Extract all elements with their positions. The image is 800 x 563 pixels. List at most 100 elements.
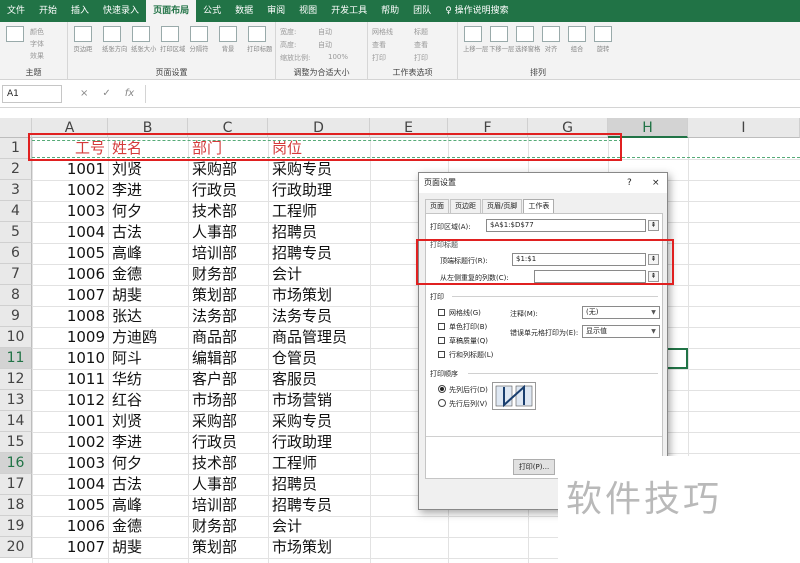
cell[interactable]: 行政助理: [272, 432, 414, 453]
cell[interactable]: 编辑部: [192, 348, 272, 369]
ribbon-tab[interactable]: 页面布局: [146, 0, 197, 22]
cell[interactable]: 会计: [272, 264, 414, 285]
headings-view-checkbox[interactable]: 查看: [414, 40, 428, 50]
row-header[interactable]: 16: [0, 453, 32, 474]
cell[interactable]: 1010: [32, 348, 108, 369]
cell[interactable]: 客服员: [272, 369, 414, 390]
errors-select[interactable]: 显示值 ▼: [582, 325, 660, 338]
enter-icon[interactable]: ✓: [102, 88, 110, 99]
cell[interactable]: 1007: [32, 285, 108, 306]
ribbon-tab[interactable]: 文件: [0, 0, 32, 22]
cell[interactable]: 1011: [32, 369, 108, 390]
cell[interactable]: 李进: [112, 180, 192, 201]
ribbon-button[interactable]: 打印区域: [159, 26, 185, 54]
print-order-radio[interactable]: [438, 385, 446, 393]
scale-input[interactable]: 100%: [328, 53, 348, 61]
cell[interactable]: 市场部: [192, 390, 272, 411]
row-header[interactable]: 18: [0, 495, 32, 516]
row-header[interactable]: 12: [0, 369, 32, 390]
cell[interactable]: 1001: [32, 411, 108, 432]
cell[interactable]: 技术部: [192, 453, 272, 474]
cell[interactable]: 胡斐: [112, 537, 192, 558]
cell[interactable]: 1004: [32, 474, 108, 495]
headings-print-checkbox[interactable]: 打印: [414, 53, 428, 63]
tab-page[interactable]: 页面: [425, 199, 449, 213]
cell[interactable]: 人事部: [192, 222, 272, 243]
cell[interactable]: 财务部: [192, 516, 272, 537]
cell[interactable]: 工程师: [272, 453, 414, 474]
cell[interactable]: 培训部: [192, 243, 272, 264]
cancel-icon[interactable]: ×: [80, 88, 88, 99]
cell[interactable]: 招聘员: [272, 222, 414, 243]
cell[interactable]: 红谷: [112, 390, 192, 411]
cell[interactable]: 采购部: [192, 159, 272, 180]
row-header[interactable]: 10: [0, 327, 32, 348]
ribbon-tab[interactable]: 公式: [196, 0, 228, 22]
cell[interactable]: 工程师: [272, 201, 414, 222]
theme-fonts-button[interactable]: 字体: [30, 39, 44, 49]
cell[interactable]: 行政员: [192, 432, 272, 453]
row-header[interactable]: 3: [0, 180, 32, 201]
cell[interactable]: 行政员: [192, 180, 272, 201]
cell[interactable]: 策划部: [192, 537, 272, 558]
row-header[interactable]: 11: [0, 348, 32, 369]
cell[interactable]: 阿斗: [112, 348, 192, 369]
ribbon-button[interactable]: 纸张大小: [130, 26, 156, 54]
fx-icon[interactable]: fx: [125, 88, 134, 99]
row-header[interactable]: 2: [0, 159, 32, 180]
ribbon-button[interactable]: 组合: [566, 26, 588, 54]
cell[interactable]: 1006: [32, 264, 108, 285]
ribbon-tab[interactable]: 插入: [64, 0, 96, 22]
cell[interactable]: 1002: [32, 432, 108, 453]
cell[interactable]: 采购部: [192, 411, 272, 432]
gridlines-view-checkbox[interactable]: 查看: [372, 40, 386, 50]
cell[interactable]: 华纺: [112, 369, 192, 390]
cell[interactable]: 商品管理员: [272, 327, 414, 348]
print-button[interactable]: 打印(P)...: [513, 459, 555, 475]
row-header[interactable]: 20: [0, 537, 32, 558]
ribbon-tab[interactable]: 数据: [228, 0, 260, 22]
cell[interactable]: 采购专员: [272, 411, 414, 432]
ribbon-tab[interactable]: 视图: [292, 0, 324, 22]
cell[interactable]: 张达: [112, 306, 192, 327]
cell[interactable]: 1012: [32, 390, 108, 411]
height-select[interactable]: 自动: [318, 40, 332, 50]
tab-sheet[interactable]: 工作表: [523, 199, 555, 213]
ribbon-button[interactable]: 纸张方向: [101, 26, 127, 54]
row-header[interactable]: 19: [0, 516, 32, 537]
row-header[interactable]: 14: [0, 411, 32, 432]
width-select[interactable]: 自动: [318, 27, 332, 37]
cell[interactable]: 策划部: [192, 285, 272, 306]
gridlines-print-checkbox[interactable]: 打印: [372, 53, 386, 63]
cell[interactable]: 金德: [112, 264, 192, 285]
row-header[interactable]: 6: [0, 243, 32, 264]
cell[interactable]: 采购专员: [272, 159, 414, 180]
cell[interactable]: 会计: [272, 516, 414, 537]
theme-effects-button[interactable]: 效果: [30, 51, 44, 61]
cell[interactable]: 技术部: [192, 201, 272, 222]
row-header[interactable]: 7: [0, 264, 32, 285]
print-order-radio[interactable]: [438, 399, 446, 407]
ribbon-tab[interactable]: 开发工具: [324, 0, 374, 22]
name-box[interactable]: A1: [2, 85, 62, 103]
tell-me-search[interactable]: ♀ 操作说明搜索: [438, 0, 515, 22]
cell[interactable]: 1009: [32, 327, 108, 348]
cell[interactable]: 仓管员: [272, 348, 414, 369]
cell[interactable]: 1003: [32, 453, 108, 474]
row-header[interactable]: 8: [0, 285, 32, 306]
cell[interactable]: 人事部: [192, 474, 272, 495]
print-option-checkbox[interactable]: [438, 323, 445, 330]
column-header[interactable]: I: [688, 118, 800, 138]
cell[interactable]: 1005: [32, 243, 108, 264]
cell[interactable]: 胡斐: [112, 285, 192, 306]
cell[interactable]: 招聘员: [272, 474, 414, 495]
cell[interactable]: 1005: [32, 495, 108, 516]
cell[interactable]: 1007: [32, 537, 108, 558]
ribbon-button[interactable]: 上移一层: [462, 26, 488, 54]
print-area-input[interactable]: $A$1:$D$77: [486, 219, 646, 232]
cell[interactable]: 古法: [112, 222, 192, 243]
ribbon-button[interactable]: 页边距: [72, 26, 94, 54]
cell[interactable]: 财务部: [192, 264, 272, 285]
cell[interactable]: 金德: [112, 516, 192, 537]
row-header[interactable]: 4: [0, 201, 32, 222]
